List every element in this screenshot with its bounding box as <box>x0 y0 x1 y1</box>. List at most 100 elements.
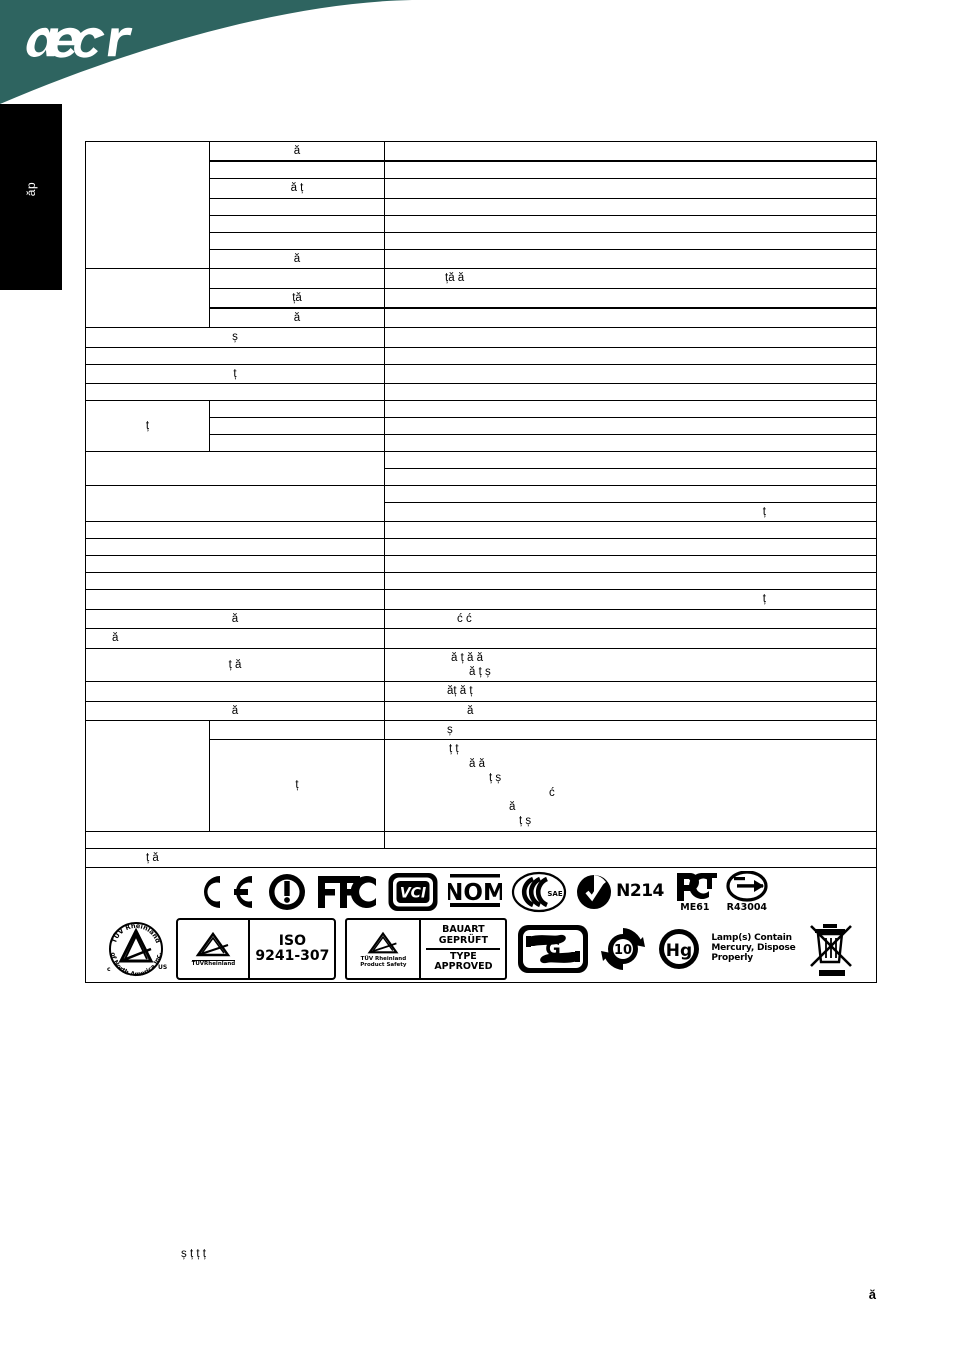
table-row <box>85 521 877 540</box>
svg-text:VCI: VCI <box>400 886 426 902</box>
spec-value-r5 <box>384 214 877 233</box>
spec-value-r33-line3: ț ș <box>489 772 502 785</box>
spec-value-r19 <box>384 468 877 486</box>
spec-value-r24 <box>384 555 877 574</box>
spec-label-r25 <box>85 572 385 591</box>
table-row: ț ă ă ț ă ă ă ț ș <box>85 647 877 683</box>
spec-value-r23 <box>384 538 877 557</box>
table-row <box>85 572 877 591</box>
spec-sub-r4 <box>209 197 385 216</box>
footer-note: ș ț ț ț <box>85 1245 876 1263</box>
spec-label-r22 <box>85 521 385 540</box>
table-row-certifications: VCI NOM SAE N214 ME61 R43004 TÜV Rheinla… <box>85 867 877 983</box>
spec-value-r22 <box>384 521 877 540</box>
spec-group-a <box>85 140 210 270</box>
spec-sub-r10: ă <box>209 307 385 329</box>
spec-sub-r1: ă <box>209 141 385 163</box>
spec-value-r28 <box>384 628 877 649</box>
table-row <box>85 830 877 849</box>
spec-sub-r8 <box>209 268 385 289</box>
spec-value-r13 <box>384 363 877 385</box>
spec-value-r2 <box>384 160 877 180</box>
table-row <box>85 538 877 557</box>
spec-value-r33-line5: ă <box>509 800 516 813</box>
tuv-iso-mark-icon: TÜVRheinland ISO 9241-307 <box>176 918 337 980</box>
table-row: ă <box>85 628 877 649</box>
certification-row-2: TÜV Rheinland of North America Inc. c US <box>105 918 856 980</box>
spec-label-r24 <box>85 555 385 574</box>
tuv-bauart-line2: GEPRÜFT <box>438 934 489 946</box>
spec-value-r31: ă <box>384 700 877 722</box>
spec-value-r29-line2: ă ț ș <box>469 665 491 678</box>
header-banner <box>0 0 430 104</box>
c-tick-mark-icon: N214 <box>576 870 664 914</box>
tuv-iso-pane2-line1: ISO <box>278 933 306 950</box>
rohs-10-mark-icon: 10 <box>599 925 647 973</box>
table-row: ș <box>85 719 877 832</box>
spec-label-r23 <box>85 538 385 557</box>
pct-mark-icon: ME61 <box>673 871 717 913</box>
spec-value-r16 <box>384 417 877 435</box>
spec-label-r34 <box>85 830 385 849</box>
spec-sub-r5 <box>209 214 385 233</box>
nom-mark-icon: NOM <box>448 870 502 914</box>
acer-logo-icon <box>26 27 133 58</box>
weee-bin-mark-icon <box>805 920 857 978</box>
mercury-hg-mark-icon: Hg <box>656 926 702 972</box>
spec-sub-r2 <box>209 160 385 180</box>
spec-value-r32: ș <box>384 719 877 741</box>
spec-label-r30 <box>85 681 385 702</box>
spec-label-r28: ă <box>85 628 385 649</box>
spec-value-r33-line6: ț ș <box>519 815 532 828</box>
spec-label-r12 <box>85 346 385 365</box>
spec-value-r1 <box>384 141 877 163</box>
svg-text:c: c <box>107 966 111 973</box>
spec-label-r27: ă <box>85 608 385 630</box>
tuv-iso-pane2-line2: 9241-307 <box>255 948 330 964</box>
table-row <box>85 451 877 486</box>
tuv-bauart-mark-icon: TÜV Rheinland Product Safety BAUART GEPR… <box>345 918 508 980</box>
spec-label-r35: ț ă <box>85 847 877 869</box>
table-row: ă ă <box>85 700 877 722</box>
table-row: ăț ă ț <box>85 681 877 702</box>
spec-value-r18 <box>384 451 877 469</box>
ce-mark-icon <box>194 870 258 914</box>
spec-value-r29-line1: ă ț ă ă <box>451 651 483 664</box>
footer-note-line1: ș ț ț ț <box>181 1248 206 1260</box>
spec-value-r29: ă ț ă ă ă ț ș <box>384 647 877 683</box>
spec-label-r26 <box>85 589 385 610</box>
side-index-tab-label: ăp <box>24 181 38 197</box>
spec-value-r30: ăț ă ț <box>384 681 877 702</box>
spec-value-r20 <box>384 485 877 503</box>
side-index-tab: ăp <box>0 104 62 290</box>
spec-label-r13: ț <box>85 363 385 385</box>
spec-value-r8: ță ă <box>384 268 877 289</box>
svg-text:10: 10 <box>614 943 632 958</box>
tuv-rheinland-na-mark-icon: TÜV Rheinland of North America Inc. c US <box>105 919 167 979</box>
table-row: ă <box>85 140 877 270</box>
spec-group-b <box>85 268 210 329</box>
c-tick-label: N214 <box>616 881 664 902</box>
spec-value-r6 <box>384 231 877 250</box>
tuv-bauart-line1: BAUART <box>442 924 485 936</box>
spec-sub-r7: ă <box>209 248 385 270</box>
spec-value-r11 <box>384 327 877 348</box>
tuv-bauart-divider <box>426 948 501 950</box>
table-row: ță ă <box>85 268 877 329</box>
svg-text:G: G <box>546 938 562 960</box>
vcci-mark-icon: VCI <box>387 871 439 913</box>
spec-value-r26: ț <box>384 589 877 610</box>
table-row <box>85 484 877 523</box>
table-row: ț ă <box>85 847 877 869</box>
spec-value-r3 <box>384 178 877 199</box>
table-row: ț <box>85 363 877 385</box>
e-mark-icon: R43004 <box>726 870 768 913</box>
spec-value-r4 <box>384 197 877 216</box>
svg-text:NOM: NOM <box>448 880 502 906</box>
specification-table: ă ă ț ă ță ă ță ă ș ț ț ț ț ă ć ć ă ț ă … <box>85 140 877 983</box>
fcc-mark-icon <box>316 870 378 914</box>
certification-row-1: VCI NOM SAE N214 ME61 R43004 <box>194 870 768 914</box>
pct-label: ME61 <box>680 901 710 913</box>
spec-sub-r17 <box>209 434 385 452</box>
tuv-bauart-line4: APPROVED <box>434 961 493 973</box>
